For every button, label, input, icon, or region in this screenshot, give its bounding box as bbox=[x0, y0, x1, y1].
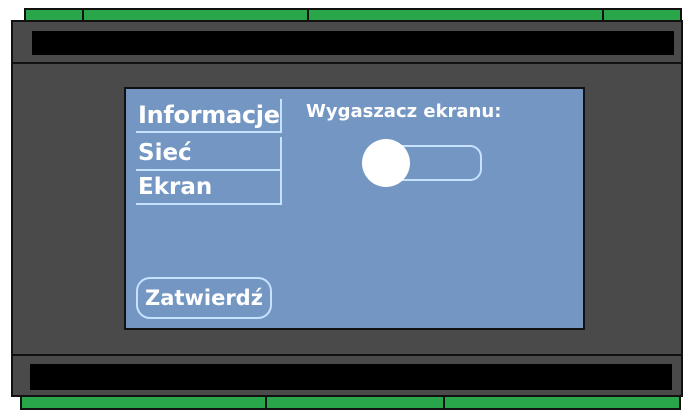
screen-saver-label: Wygaszacz ekranu: bbox=[306, 101, 502, 122]
menu-item-ekran[interactable]: Ekran bbox=[136, 171, 282, 205]
vent-slot-bottom bbox=[30, 364, 672, 390]
confirm-button[interactable]: Zatwierdź bbox=[136, 277, 272, 319]
menu-item-informacje[interactable]: Informacje bbox=[136, 99, 282, 133]
screen-saver-toggle[interactable] bbox=[362, 139, 482, 187]
vent-slot-top bbox=[32, 31, 674, 55]
display-screen: Informacje Sieć Ekran Wygaszacz ekranu: … bbox=[124, 87, 585, 330]
toggle-knob[interactable] bbox=[362, 139, 410, 187]
menu-item-siec[interactable]: Sieć bbox=[136, 137, 282, 171]
